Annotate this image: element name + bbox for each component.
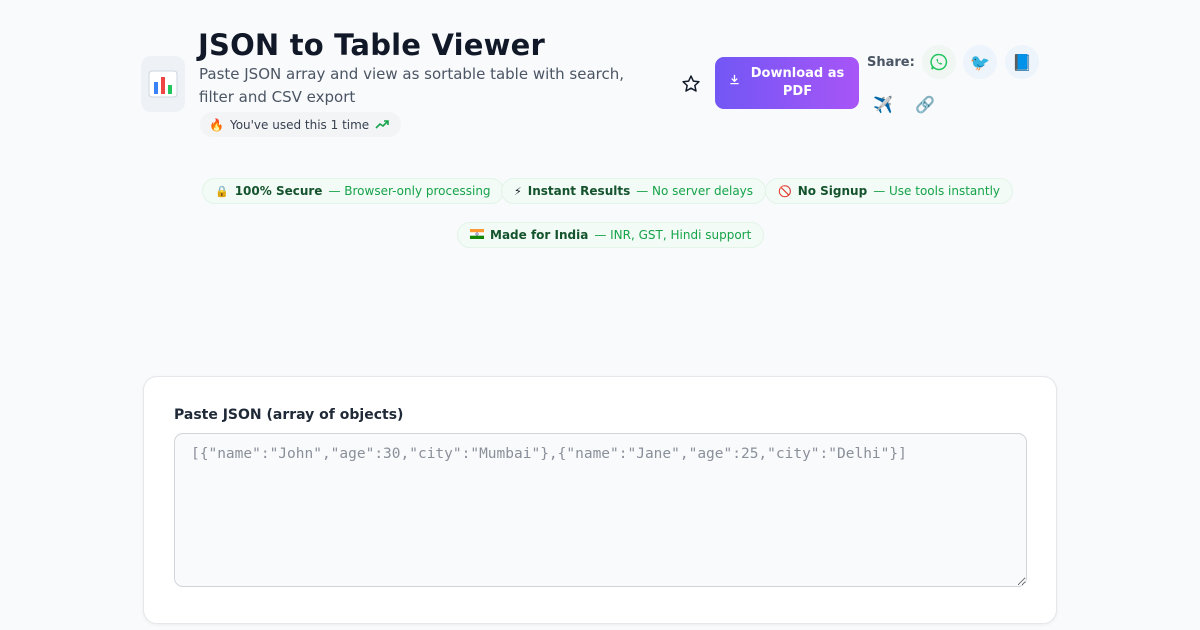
fire-icon: 🔥 bbox=[209, 117, 224, 132]
twitter-icon: 🐦 bbox=[970, 52, 990, 72]
badge-title: 100% Secure bbox=[234, 184, 323, 198]
download-pdf-label: Download as PDF bbox=[750, 66, 845, 99]
page-subtitle: Paste JSON array and view as sortable ta… bbox=[199, 65, 625, 106]
copy-link-button[interactable]: 🔗 bbox=[908, 87, 942, 121]
json-input-label: Paste JSON (array of objects) bbox=[174, 407, 404, 423]
badge-title: Made for India bbox=[490, 228, 589, 242]
page-title: JSON to Table Viewer bbox=[198, 28, 545, 62]
usage-counter-badge: 🔥 You've used this 1 time bbox=[200, 112, 402, 137]
star-icon bbox=[682, 75, 700, 92]
facebook-icon: 📘 bbox=[1012, 52, 1032, 72]
json-input-card: Paste JSON (array of objects) bbox=[143, 376, 1057, 624]
badge-description: — Browser-only processing bbox=[328, 184, 491, 198]
app-logo bbox=[141, 56, 185, 112]
badge-no-signup: 🚫 No Signup — Use tools instantly bbox=[765, 178, 1014, 204]
share-twitter-button[interactable]: 🐦 bbox=[963, 45, 997, 79]
lock-icon: 🔒 bbox=[215, 184, 229, 198]
badge-title: Instant Results bbox=[527, 184, 631, 198]
badge-secure: 🔒 100% Secure — Browser-only processing bbox=[202, 178, 504, 204]
share-telegram-button[interactable]: ✈️ bbox=[866, 87, 900, 121]
bar-chart-icon bbox=[148, 70, 178, 98]
share-whatsapp-button[interactable] bbox=[922, 45, 956, 79]
no-entry-icon: 🚫 bbox=[778, 184, 792, 198]
link-icon: 🔗 bbox=[915, 94, 935, 114]
whatsapp-icon bbox=[930, 53, 948, 71]
share-label: Share: bbox=[867, 55, 915, 70]
share-facebook-button[interactable]: 📘 bbox=[1005, 45, 1039, 79]
badge-description: — No server delays bbox=[636, 184, 754, 198]
badge-instant-results: ⚡ Instant Results — No server delays bbox=[501, 178, 767, 204]
download-pdf-button[interactable]: Download as PDF bbox=[715, 57, 859, 109]
json-input-textarea[interactable] bbox=[174, 433, 1027, 587]
badge-title: No Signup bbox=[797, 184, 868, 198]
trending-up-icon bbox=[375, 118, 389, 132]
badge-made-for-india: Made for India — INR, GST, Hindi support bbox=[457, 222, 765, 248]
download-icon bbox=[729, 74, 740, 92]
usage-text: You've used this 1 time bbox=[229, 117, 370, 132]
favorite-button[interactable] bbox=[678, 71, 704, 97]
badge-description: — INR, GST, Hindi support bbox=[594, 228, 752, 242]
india-flag-icon bbox=[470, 228, 484, 242]
badge-description: — Use tools instantly bbox=[873, 184, 1001, 198]
telegram-icon: ✈️ bbox=[873, 94, 893, 114]
lightning-icon: ⚡ bbox=[514, 184, 522, 198]
